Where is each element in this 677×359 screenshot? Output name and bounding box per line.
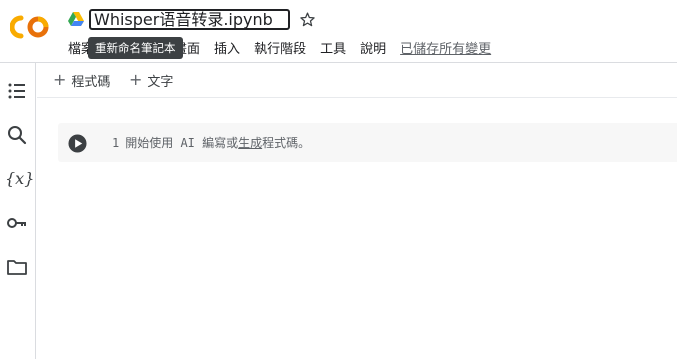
menu-runtime[interactable]: 執行階段 [254,41,306,59]
search-icon[interactable] [5,123,29,147]
star-icon[interactable] [299,11,316,28]
notebook-title-input[interactable]: Whisper语音转录.ipynb [89,9,290,30]
colab-logo [10,15,49,39]
notebook-toolbar: + 程式碼 + 文字 [37,63,677,98]
saved-status-link[interactable]: 已儲存所有變更 [400,41,491,59]
generate-link[interactable]: 生成 [238,136,262,150]
plus-icon: + [53,70,67,89]
menu-insert[interactable]: 插入 [214,41,240,59]
cell-editor[interactable]: 1 開始使用 AI 編寫或生成程式碼。 [112,135,310,151]
left-sidebar: {x} [0,63,36,359]
rename-tooltip: 重新命名筆記本 [88,37,183,59]
menu-tools[interactable]: 工具 [320,41,346,59]
add-text-button[interactable]: + 文字 [129,70,174,90]
code-cell[interactable]: 1 開始使用 AI 編寫或生成程式碼。 [58,123,677,162]
add-code-button[interactable]: + 程式碼 [53,70,111,90]
run-cell-button[interactable] [68,134,87,153]
line-number: 1 [112,136,120,150]
add-code-label: 程式碼 [71,74,111,90]
plus-icon: + [129,70,143,89]
table-of-contents-icon[interactable] [5,79,29,103]
google-drive-icon[interactable] [68,12,84,26]
files-folder-icon[interactable] [5,255,29,279]
menu-help[interactable]: 說明 [360,41,386,59]
cell-placeholder-suffix: 程式碼。 [262,136,311,150]
variables-icon[interactable]: {x} [5,167,34,191]
add-text-label: 文字 [147,74,174,90]
cell-placeholder-text: 開始使用 AI 編寫或 [125,136,239,150]
secrets-key-icon[interactable] [5,211,29,235]
